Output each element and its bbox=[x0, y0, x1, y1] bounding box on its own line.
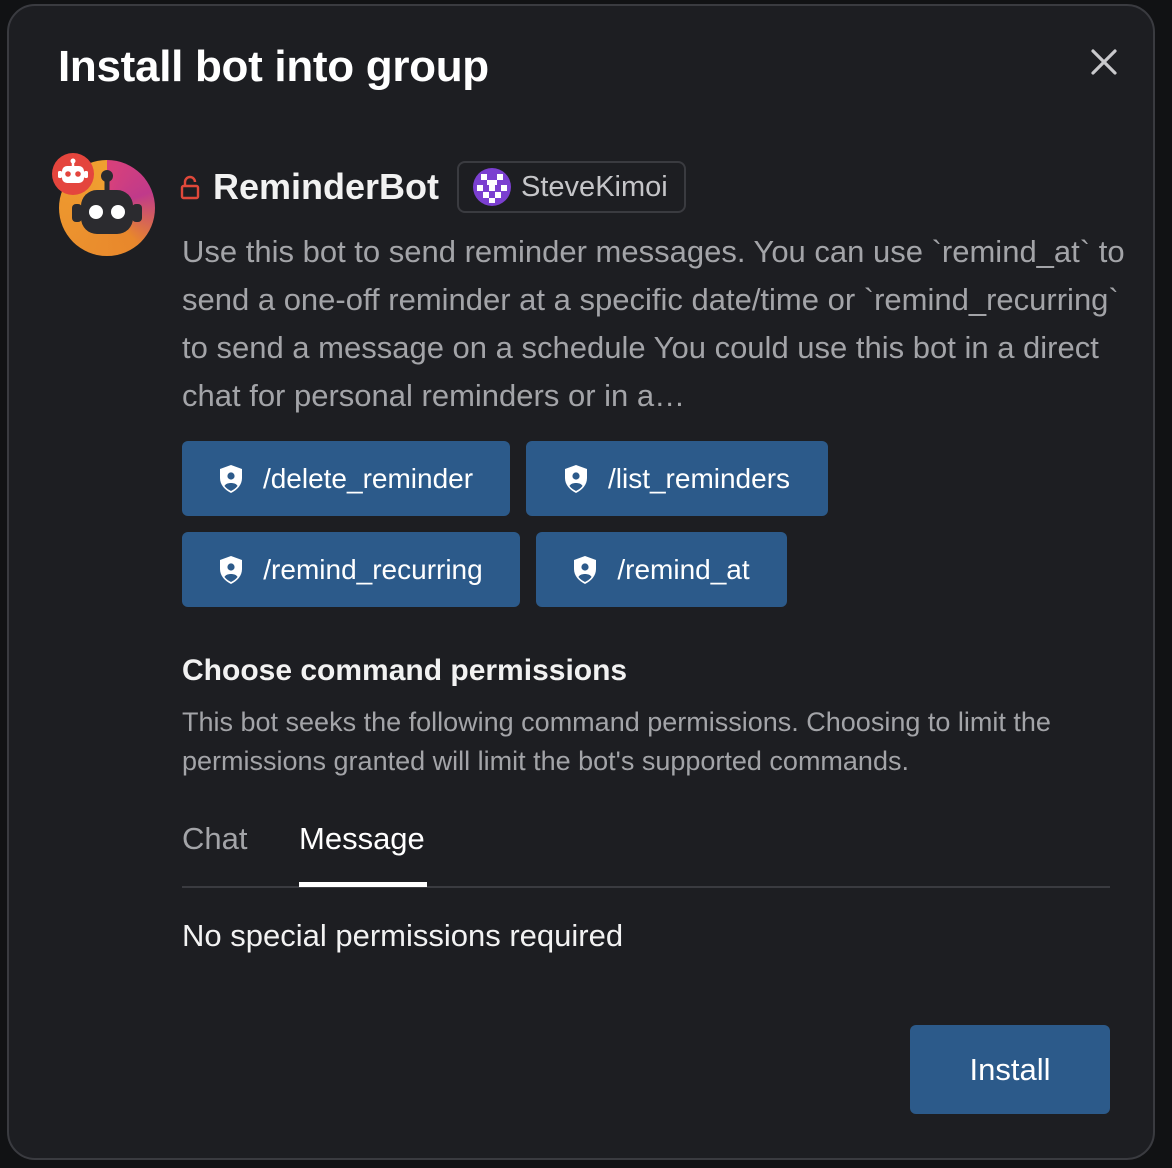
identicon-avatar bbox=[473, 168, 512, 206]
shield-user-icon bbox=[219, 464, 242, 493]
bot-name: ReminderBot bbox=[213, 166, 440, 207]
command-label: /delete_reminder bbox=[262, 462, 474, 494]
command-remind-recurring[interactable]: /remind_recurring bbox=[182, 532, 520, 607]
close-icon bbox=[1091, 49, 1117, 75]
shield-user-icon bbox=[574, 555, 597, 584]
command-label: /list_reminders bbox=[607, 462, 791, 494]
bot-name-row: ReminderBot SteveKimoi bbox=[179, 159, 686, 215]
command-list-reminders[interactable]: /list_reminders bbox=[526, 441, 828, 516]
robot-badge-icon bbox=[52, 153, 94, 195]
owner-name: SteveKimoi bbox=[521, 170, 668, 203]
command-label: /remind_recurring bbox=[263, 553, 483, 585]
shield-user-icon bbox=[220, 555, 243, 584]
command-remind-at[interactable]: /remind_at bbox=[536, 532, 787, 607]
owner-chip[interactable]: SteveKimoi bbox=[457, 161, 686, 213]
tab-chat[interactable]: Chat bbox=[182, 814, 247, 886]
install-button[interactable]: Install bbox=[910, 1025, 1110, 1114]
permissions-title: Choose command permissions bbox=[182, 654, 628, 687]
shield-user-icon bbox=[564, 464, 587, 493]
close-button[interactable] bbox=[1086, 44, 1122, 80]
install-bot-dialog: Install bot into group ReminderBot Steve… bbox=[7, 4, 1155, 1160]
tab-message[interactable]: Message bbox=[299, 814, 425, 886]
no-permissions-text: No special permissions required bbox=[182, 918, 624, 953]
permissions-description: This bot seeks the following command per… bbox=[182, 707, 1051, 776]
command-delete-reminder[interactable]: /delete_reminder bbox=[182, 441, 510, 516]
lock-icon bbox=[180, 175, 200, 200]
active-tab-indicator bbox=[299, 882, 427, 887]
dialog-title: Install bot into group bbox=[58, 42, 489, 91]
bot-description: Use this bot to send reminder messages. … bbox=[182, 234, 1125, 413]
command-label: /remind_at bbox=[617, 553, 750, 585]
bot-avatar bbox=[51, 152, 159, 260]
permission-tabs: Chat Message bbox=[182, 814, 1110, 888]
